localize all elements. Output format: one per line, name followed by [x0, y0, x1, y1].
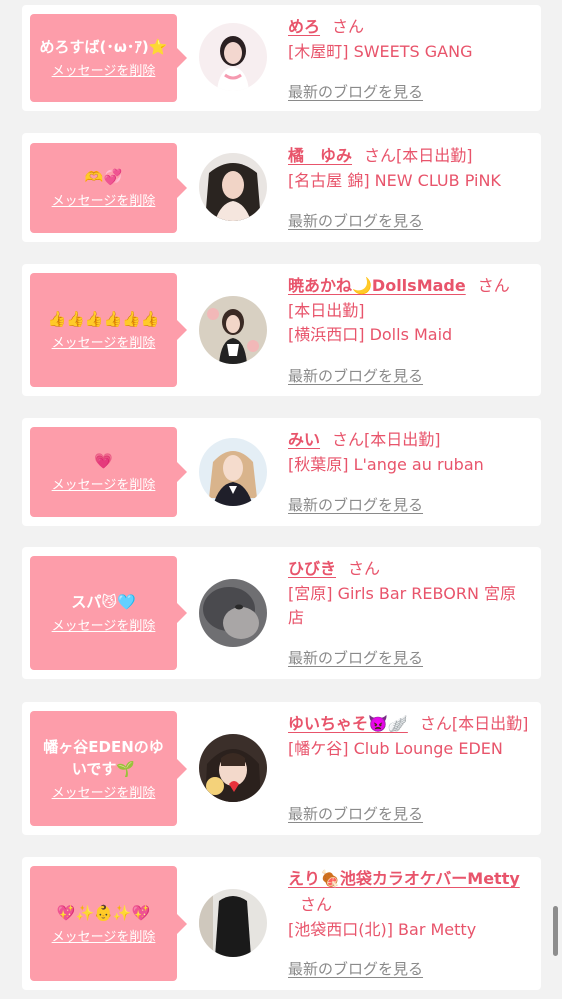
honorific: さん	[477, 276, 510, 295]
avatar[interactable]	[199, 889, 267, 957]
delete-message-link[interactable]: メッセージを削除	[52, 930, 156, 946]
message-text: 🫶💞	[84, 168, 123, 186]
card-info: みい さん[本日出勤] [秋葉原] L'ange au ruban	[288, 427, 531, 477]
avatar[interactable]	[199, 734, 267, 802]
latest-blog-link[interactable]: 最新のブログを見る	[288, 958, 423, 979]
avatar[interactable]	[199, 438, 267, 506]
honorific: さん	[332, 17, 365, 36]
latest-blog-link[interactable]: 最新のブログを見る	[288, 81, 423, 102]
shop-name: [池袋西口(北)] Bar Metty	[288, 920, 477, 939]
message-bubble: 💗 メッセージを削除	[30, 427, 187, 517]
cast-name-link[interactable]: 暁あかね🌙DollsMade	[288, 276, 466, 295]
honorific: さん	[300, 895, 333, 914]
card-info: えり🍖池袋カラオケバーMetty さん [池袋西口(北)] Bar Metty	[288, 866, 531, 942]
avatar-image	[199, 438, 267, 506]
cast-name-link[interactable]: ゆいちゃそ👿🪽	[288, 714, 408, 733]
message-bubble: スパ😼🩵 メッセージを削除	[30, 556, 187, 670]
cast-name-link[interactable]: ひびき	[288, 559, 336, 578]
message-text: 👍👍👍👍👍👍	[47, 310, 160, 328]
message-card: 👍👍👍👍👍👍 メッセージを削除 暁あかね🌙DollsMade さん [本日出勤] …	[22, 264, 541, 396]
scrollbar[interactable]	[553, 906, 558, 956]
cast-name-link[interactable]: えり🍖池袋カラオケバーMetty	[288, 869, 520, 888]
honorific: さん	[364, 146, 397, 165]
name-line: えり🍖池袋カラオケバーMetty さん	[288, 866, 531, 918]
avatar[interactable]	[199, 23, 267, 91]
delete-message-link[interactable]: メッセージを削除	[52, 336, 156, 352]
shop-name: [名古屋 錦] NEW CLUB PiNK	[288, 171, 501, 190]
cast-name-link[interactable]: 橘 ゆみ	[288, 146, 352, 165]
latest-blog-link[interactable]: 最新のブログを見る	[288, 365, 423, 386]
message-bubble: めろすば(･ω･ｱ)⭐ メッセージを削除	[30, 14, 187, 102]
card-info: めろ さん [木屋町] SWEETS GANG	[288, 14, 531, 64]
status-text: [本日出勤]	[396, 146, 473, 165]
card-info: ゆいちゃそ👿🪽 さん[本日出勤] [幡ケ谷] Club Lounge EDEN	[288, 711, 531, 761]
status-text: [本日出勤]	[364, 430, 441, 449]
message-text: 💗	[94, 452, 113, 470]
card-info: 暁あかね🌙DollsMade さん [本日出勤] [横浜西口] Dolls Mai…	[288, 273, 531, 347]
message-card: 💖✨👶✨💖 メッセージを削除 えり🍖池袋カラオケバーMetty さん [池袋西口(…	[22, 857, 541, 990]
avatar[interactable]	[199, 153, 267, 221]
latest-blog-link[interactable]: 最新のブログを見る	[288, 647, 423, 668]
delete-message-link[interactable]: メッセージを削除	[52, 786, 156, 802]
avatar[interactable]	[199, 579, 267, 647]
delete-message-link[interactable]: メッセージを削除	[52, 619, 156, 635]
message-text: 幡ヶ谷EDENのゆいです🌱	[43, 737, 164, 778]
avatar-image	[199, 734, 267, 802]
avatar-image	[199, 23, 267, 91]
message-card: めろすば(･ω･ｱ)⭐ メッセージを削除 めろ さん [木屋町] SWEETS G…	[22, 5, 541, 111]
latest-blog-link[interactable]: 最新のブログを見る	[288, 210, 423, 231]
message-text: スパ😼🩵	[71, 593, 136, 611]
delete-message-link[interactable]: メッセージを削除	[52, 64, 156, 80]
shop-name: [幡ケ谷] Club Lounge EDEN	[288, 739, 503, 758]
name-line: ゆいちゃそ👿🪽 さん[本日出勤]	[288, 711, 531, 737]
latest-blog-link[interactable]: 最新のブログを見る	[288, 803, 423, 824]
message-card: 幡ヶ谷EDENのゆいです🌱 メッセージを削除 ゆいちゃそ👿🪽 さん[本日出勤] […	[22, 702, 541, 835]
shop-name: [横浜西口] Dolls Maid	[288, 325, 453, 344]
message-card: 🫶💞 メッセージを削除 橘 ゆみ さん[本日出勤] [名古屋 錦] NEW CLU…	[22, 133, 541, 242]
shop-name: [宮原] Girls Bar REBORN 宮原店	[288, 584, 516, 627]
shop-name: [秋葉原] L'ange au ruban	[288, 455, 484, 474]
name-line: めろ さん	[288, 14, 531, 40]
honorific: さん	[419, 714, 452, 733]
message-bubble: 💖✨👶✨💖 メッセージを削除	[30, 866, 187, 981]
card-info: 橘 ゆみ さん[本日出勤] [名古屋 錦] NEW CLUB PiNK	[288, 143, 531, 193]
shop-name: [木屋町] SWEETS GANG	[288, 42, 473, 61]
latest-blog-link[interactable]: 最新のブログを見る	[288, 494, 423, 515]
avatar[interactable]	[199, 296, 267, 364]
message-bubble: 👍👍👍👍👍👍 メッセージを削除	[30, 273, 187, 387]
message-text: 💖✨👶✨💖	[56, 903, 151, 922]
message-card: 💗 メッセージを削除 みい さん[本日出勤] [秋葉原] L'ange au ru…	[22, 418, 541, 526]
avatar-image	[199, 153, 267, 221]
honorific: さん	[348, 559, 381, 578]
avatar-image	[199, 889, 267, 957]
status-text: [本日出勤]	[288, 301, 365, 320]
delete-message-link[interactable]: メッセージを削除	[52, 194, 156, 210]
message-bubble: 幡ヶ谷EDENのゆいです🌱 メッセージを削除	[30, 711, 187, 826]
message-text: めろすば(･ω･ｱ)⭐	[39, 38, 168, 56]
delete-message-link[interactable]: メッセージを削除	[52, 478, 156, 494]
name-line: 橘 ゆみ さん[本日出勤]	[288, 143, 531, 169]
avatar-image	[199, 296, 267, 364]
status-text: [本日出勤]	[451, 714, 529, 733]
name-line: ひびき さん	[288, 556, 531, 582]
name-line: みい さん[本日出勤]	[288, 427, 531, 453]
honorific: さん	[332, 430, 365, 449]
message-bubble: 🫶💞 メッセージを削除	[30, 143, 187, 233]
card-info: ひびき さん [宮原] Girls Bar REBORN 宮原店	[288, 556, 531, 630]
name-line: 暁あかね🌙DollsMade さん	[288, 273, 531, 299]
avatar-image	[199, 579, 267, 647]
cast-name-link[interactable]: めろ	[288, 17, 320, 36]
cast-name-link[interactable]: みい	[288, 430, 320, 449]
message-card: スパ😼🩵 メッセージを削除 ひびき さん [宮原] Girls Bar REBOR…	[22, 547, 541, 679]
